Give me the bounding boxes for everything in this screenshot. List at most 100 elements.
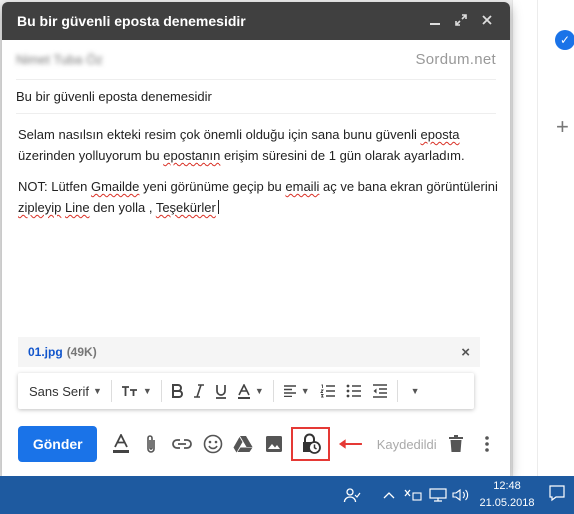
- subject-field[interactable]: Bu bir güvenli eposta denemesidir: [16, 80, 496, 114]
- insert-link-button[interactable]: [167, 428, 198, 460]
- chevron-down-icon: ▼: [300, 386, 310, 396]
- paperclip-icon: [147, 435, 156, 453]
- underline-icon: [215, 384, 226, 399]
- text-size-icon: [121, 386, 137, 396]
- emoji-icon: [203, 434, 223, 454]
- compose-title: Bu bir güvenli eposta denemesidir: [17, 13, 246, 29]
- confidential-mode-icon: [302, 433, 321, 454]
- body-paragraph-1: Selam nasılsın ekteki resim çok önemli o…: [18, 124, 498, 166]
- drive-icon: [233, 436, 253, 453]
- link-icon: [172, 439, 192, 449]
- keyboard-language-icon[interactable]: [402, 476, 424, 514]
- annotation-arrow: [338, 439, 362, 449]
- photo-icon: [266, 436, 282, 452]
- chevron-down-icon: ▼: [410, 386, 420, 396]
- divider: [272, 380, 274, 402]
- insert-drive-button[interactable]: [228, 428, 259, 460]
- attach-file-button[interactable]: [136, 428, 167, 460]
- close-icon[interactable]: [474, 13, 500, 29]
- bold-icon: [171, 384, 183, 398]
- show-hidden-icons-icon[interactable]: [380, 476, 398, 514]
- text-color-button[interactable]: ▼: [232, 377, 269, 405]
- text-run: yeni görünüme geçip bu: [139, 179, 286, 194]
- body-paragraph-2: NOT: Lütfen Gmailde yeni görünüme geçip …: [18, 176, 498, 218]
- font-select[interactable]: Sans Serif ▼: [24, 377, 107, 405]
- volume-icon[interactable]: [450, 476, 472, 514]
- tasks-icon[interactable]: ✓: [555, 30, 574, 50]
- misspelled-word: epostanın: [163, 148, 221, 163]
- taskbar: 12:48 21.05.2018: [0, 476, 574, 514]
- system-clock[interactable]: 12:48 21.05.2018: [474, 478, 540, 512]
- bulleted-list-icon: [346, 384, 361, 398]
- confidential-mode-button[interactable]: [291, 427, 330, 461]
- expand-icon[interactable]: [448, 13, 474, 29]
- formatting-toolbar: Sans Serif ▼ ▼ ▼ ▼ ▼: [18, 373, 474, 409]
- more-options-button[interactable]: [471, 428, 502, 460]
- text-cursor: [217, 200, 219, 214]
- misspelled-word: zipleyip: [18, 200, 62, 215]
- font-size-button[interactable]: ▼: [116, 377, 157, 405]
- insert-emoji-button[interactable]: [197, 428, 228, 460]
- attachment-name[interactable]: 01.jpg: [28, 345, 63, 359]
- saved-status: Kaydedildi: [376, 436, 437, 452]
- italic-button[interactable]: [188, 377, 210, 405]
- add-addon-icon[interactable]: +: [556, 116, 569, 138]
- chevron-down-icon: ▼: [142, 386, 152, 396]
- send-button[interactable]: Gönder: [18, 426, 98, 462]
- misspelled-word: emaili: [285, 179, 320, 194]
- text-run: erişim süresini de 1 gün olarak ayarladı…: [220, 148, 465, 163]
- formatting-options-icon: [112, 434, 129, 453]
- recipient-name: Nimet Tuba Öz: [16, 52, 103, 67]
- action-center-icon[interactable]: [548, 484, 566, 507]
- misspelled-word: Teşekürler: [155, 200, 216, 215]
- clock-date: 21.05.2018: [479, 497, 535, 509]
- bulleted-list-button[interactable]: [341, 377, 367, 405]
- indent-less-icon: [372, 384, 387, 398]
- insert-photo-button[interactable]: [259, 428, 290, 460]
- text-run: den yolla ,: [89, 200, 156, 215]
- misspelled-word: Line: [64, 200, 90, 215]
- compose-actions: Gönder Kaydedildi: [18, 426, 502, 462]
- misspelled-word: Gmailde: [90, 179, 140, 194]
- indent-less-button[interactable]: [367, 377, 393, 405]
- background-sidebar: ✓ +: [512, 0, 574, 476]
- divider: [396, 380, 398, 402]
- compose-window: Bu bir güvenli eposta denemesidir Nimet …: [2, 2, 510, 476]
- discard-draft-button[interactable]: [441, 428, 472, 460]
- divider: [110, 380, 112, 402]
- underline-button[interactable]: [210, 377, 232, 405]
- align-left-icon: [283, 385, 296, 397]
- more-vert-icon: [484, 436, 489, 452]
- remove-attachment-icon[interactable]: ×: [461, 344, 470, 361]
- formatting-options-button[interactable]: [105, 428, 136, 460]
- text-color-icon: [237, 383, 250, 399]
- trash-icon: [449, 435, 463, 452]
- text-run: NOT: Lütfen: [18, 179, 91, 194]
- attachment-size: (49K): [66, 345, 97, 359]
- network-icon[interactable]: [428, 476, 448, 514]
- italic-icon: [193, 384, 204, 398]
- align-button[interactable]: ▼: [278, 377, 315, 405]
- text-run: aç ve bana ekran görüntülerini: [319, 179, 498, 194]
- numbered-list-icon: [319, 384, 335, 398]
- watermark: Sordum.net: [415, 51, 496, 68]
- message-body[interactable]: Selam nasılsın ekteki resim çok önemli o…: [18, 124, 498, 228]
- attachment-chip[interactable]: 01.jpg (49K) ×: [18, 337, 480, 367]
- divider: [537, 0, 538, 476]
- text-run: Selam nasılsın ekteki resim çok önemli o…: [18, 127, 421, 142]
- subject-text: Bu bir güvenli eposta denemesidir: [16, 89, 212, 104]
- divider: [160, 380, 162, 402]
- text-run: üzerinden yolluyorum bu: [18, 148, 164, 163]
- numbered-list-button[interactable]: [315, 377, 341, 405]
- chevron-down-icon: ▼: [92, 386, 102, 396]
- minimize-icon[interactable]: [422, 13, 448, 29]
- font-name: Sans Serif: [29, 383, 89, 399]
- recipients-field[interactable]: Nimet Tuba Öz Sordum.net: [16, 40, 496, 80]
- more-formatting-button[interactable]: ▼: [402, 377, 425, 405]
- bold-button[interactable]: [166, 377, 188, 405]
- chevron-down-icon: ▼: [254, 386, 264, 396]
- compose-titlebar[interactable]: Bu bir güvenli eposta denemesidir: [2, 2, 510, 40]
- misspelled-word: eposta: [420, 127, 460, 142]
- clock-time: 12:48: [493, 480, 521, 492]
- people-icon[interactable]: [340, 476, 364, 514]
